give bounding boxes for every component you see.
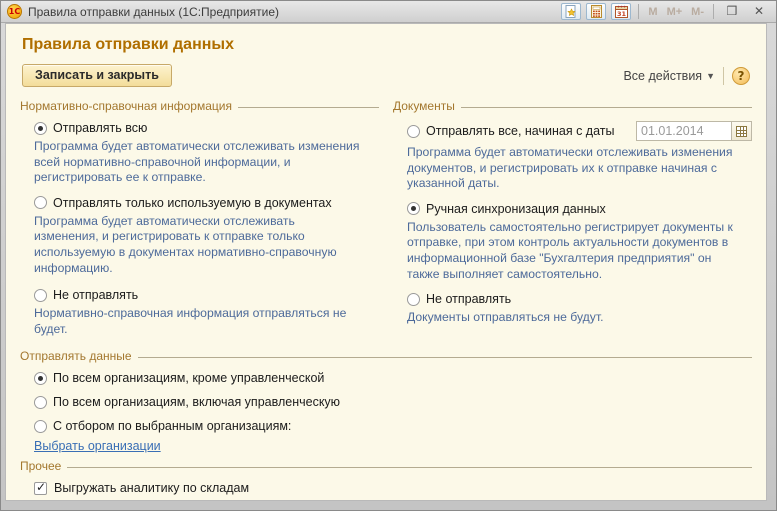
all-actions-label: Все действия xyxy=(623,69,702,83)
memory-mminus-button: M- xyxy=(689,6,706,18)
radio-icon xyxy=(34,289,47,302)
group-documents-caption: Документы xyxy=(393,99,455,113)
radio-docs-send-from-date[interactable]: Отправлять все, начиная с даты xyxy=(407,121,752,141)
radio-icon xyxy=(34,196,47,209)
hint-docs-send-from-date: Программа будет автоматически отслеживат… xyxy=(407,145,734,192)
maximize-icon[interactable]: ❒ xyxy=(721,4,743,20)
hint-docs-dont-send: Документы отправляться не будут. xyxy=(407,310,734,326)
group-line xyxy=(238,107,379,108)
window-title: Правила отправки данных (1С:Предприятие) xyxy=(28,5,279,19)
titlebar: 1C Правила отправки данных (1С:Предприят… xyxy=(1,1,776,23)
group-line xyxy=(461,107,752,108)
group-send-data-caption: Отправлять данные xyxy=(20,349,132,363)
radio-orgs-including-managerial[interactable]: По всем организациям, включая управленче… xyxy=(34,395,752,409)
svg-text:31: 31 xyxy=(617,10,627,18)
close-icon[interactable]: ✕ xyxy=(748,4,770,20)
checkbox-icon xyxy=(34,482,47,495)
calendar-icon[interactable]: 31 xyxy=(611,3,631,20)
app-window: 1C Правила отправки данных (1С:Предприят… xyxy=(0,0,777,511)
hint-docs-manual-sync: Пользователь самостоятельно регистрирует… xyxy=(407,220,734,282)
start-date-input[interactable] xyxy=(636,121,732,141)
save-and-close-button[interactable]: Записать и закрыть xyxy=(22,64,172,87)
group-other: Прочее Выгружать аналитику по складам i … xyxy=(20,459,752,501)
radio-orgs-selected[interactable]: С отбором по выбранным организациям: xyxy=(34,419,752,433)
hint-nsi-used-only: Программа будет автоматически отслеживат… xyxy=(34,214,361,276)
radio-nsi-dont-send[interactable]: Не отправлять xyxy=(34,288,379,302)
radio-icon xyxy=(34,122,47,135)
favorites-icon[interactable] xyxy=(561,3,581,20)
radio-docs-dont-send[interactable]: Не отправлять xyxy=(407,292,752,306)
radio-icon xyxy=(407,202,420,215)
form-content: Правила отправки данных Записать и закры… xyxy=(5,23,767,501)
group-send-data: Отправлять данные По всем организациям, … xyxy=(20,349,752,453)
titlebar-separator-2 xyxy=(713,4,714,19)
page-title: Правила отправки данных xyxy=(20,32,752,64)
1c-logo-icon: 1C xyxy=(7,4,22,19)
radio-orgs-except-managerial[interactable]: По всем организациям, кроме управленческ… xyxy=(34,371,752,385)
group-nsi: Нормативно-справочная информация Отправл… xyxy=(20,97,379,347)
radio-icon xyxy=(407,125,420,138)
group-line xyxy=(67,467,752,468)
radio-icon xyxy=(407,293,420,306)
hint-nsi-send-all: Программа будет автоматически отслеживат… xyxy=(34,139,361,186)
help-button[interactable]: ? xyxy=(732,67,750,85)
date-picker-button[interactable] xyxy=(732,121,752,141)
titlebar-separator xyxy=(638,4,639,19)
hint-nsi-dont-send: Нормативно-справочная информация отправл… xyxy=(34,306,361,337)
group-nsi-caption: Нормативно-справочная информация xyxy=(20,99,232,113)
group-documents: Документы Отправлять все, начиная с даты… xyxy=(393,97,752,347)
radio-icon xyxy=(34,420,47,433)
calendar-grid-icon xyxy=(736,126,747,137)
memory-m-button: M xyxy=(646,6,659,18)
radio-icon xyxy=(34,396,47,409)
memory-mplus-button: M+ xyxy=(665,6,685,18)
toolbar-separator xyxy=(723,67,724,85)
radio-icon xyxy=(34,372,47,385)
chevron-down-icon: ▼ xyxy=(706,71,715,81)
radio-docs-manual-sync[interactable]: Ручная синхронизация данных xyxy=(407,202,752,216)
group-line xyxy=(138,357,752,358)
calculator-icon[interactable] xyxy=(586,3,606,20)
radio-nsi-used-only[interactable]: Отправлять только используемую в докумен… xyxy=(34,196,379,210)
toolbar: Записать и закрыть Все действия ▼ ? xyxy=(20,64,752,97)
select-organizations-link[interactable]: Выбрать организации xyxy=(34,439,161,453)
checkbox-export-warehouse-analytics[interactable]: Выгружать аналитику по складам xyxy=(34,481,752,495)
all-actions-button[interactable]: Все действия ▼ xyxy=(623,69,715,83)
radio-nsi-send-all[interactable]: Отправлять всю xyxy=(34,121,379,135)
group-other-caption: Прочее xyxy=(20,459,61,473)
